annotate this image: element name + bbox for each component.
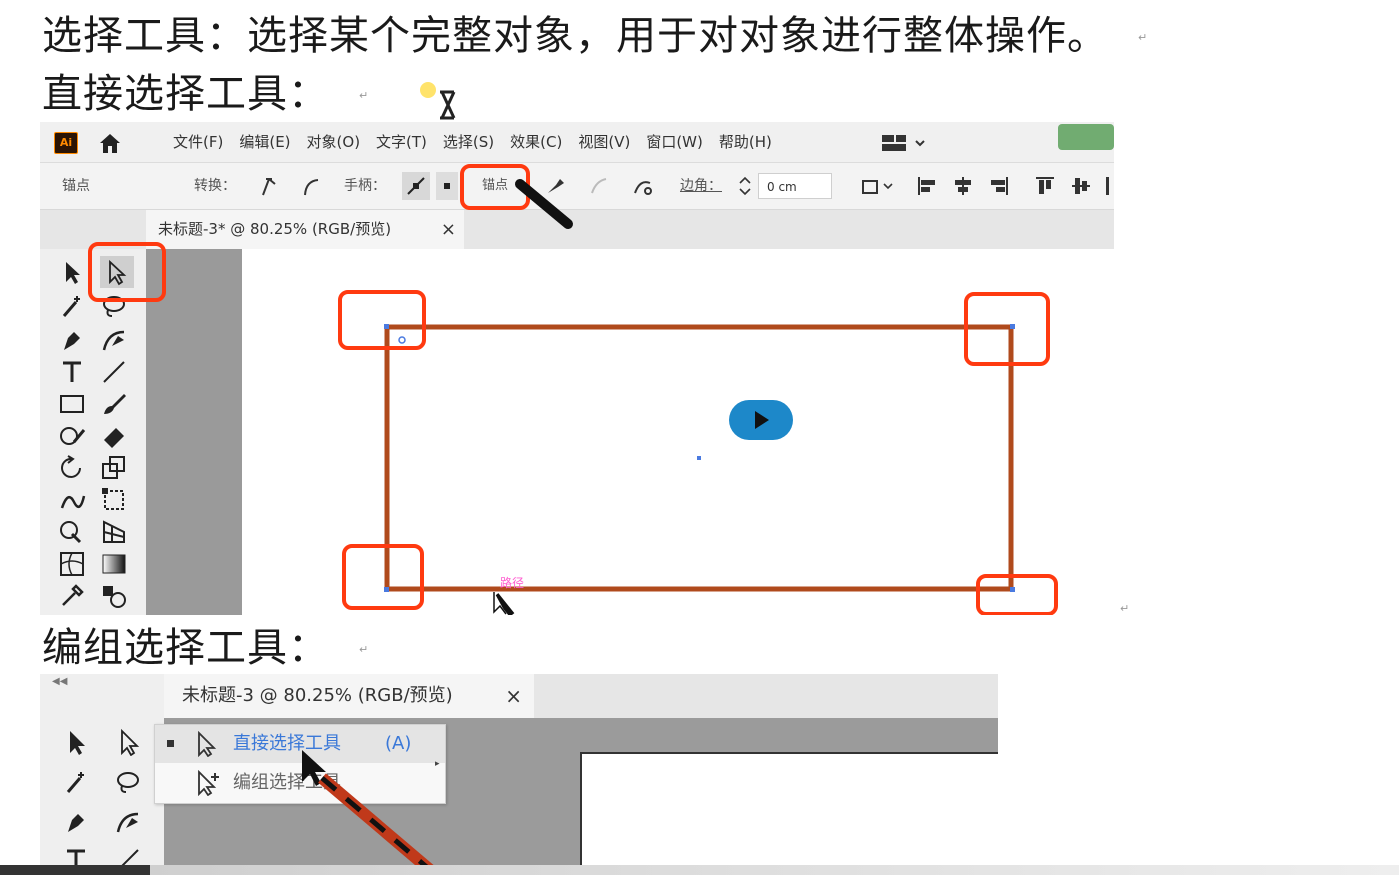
heading-group-selection-tool: 编组选择工具： ↵ (42, 626, 369, 672)
stylus-pointer-icon (493, 179, 573, 615)
paragraph-mark: ↵ (359, 89, 370, 102)
illustrator-screenshot-group-select: ◀◀ 未标题-3 @ 80.25% (RGB/预览) × 直接选择工具 (A) … (40, 674, 998, 875)
video-progress-bar[interactable] (0, 865, 1399, 875)
paragraph-mark: ↵ (1120, 602, 1130, 615)
illustrator-screenshot-direct-select: Ai 文件(F) 编辑(E) 对象(O) 文字(T) 选择(S) 效果(C) 视… (40, 122, 1114, 615)
heading-text: 编组选择工具： (42, 625, 329, 671)
heading-direct-selection-tool: 直接选择工具： ↵ (42, 72, 369, 118)
busy-cursor-icon (420, 82, 456, 120)
heading-text: 选择工具：选择某个完整对象，用于对对象进行整体操作。 (42, 13, 1108, 59)
paragraph-mark: ↵ (359, 643, 370, 656)
heading-text: 直接选择工具： (42, 71, 329, 117)
stylus-pointer-icon (302, 750, 440, 875)
heading-selection-tool: 选择工具：选择某个完整对象，用于对对象进行整体操作。 ↵ (42, 14, 1148, 60)
paragraph-mark: ↵ (1138, 31, 1149, 44)
